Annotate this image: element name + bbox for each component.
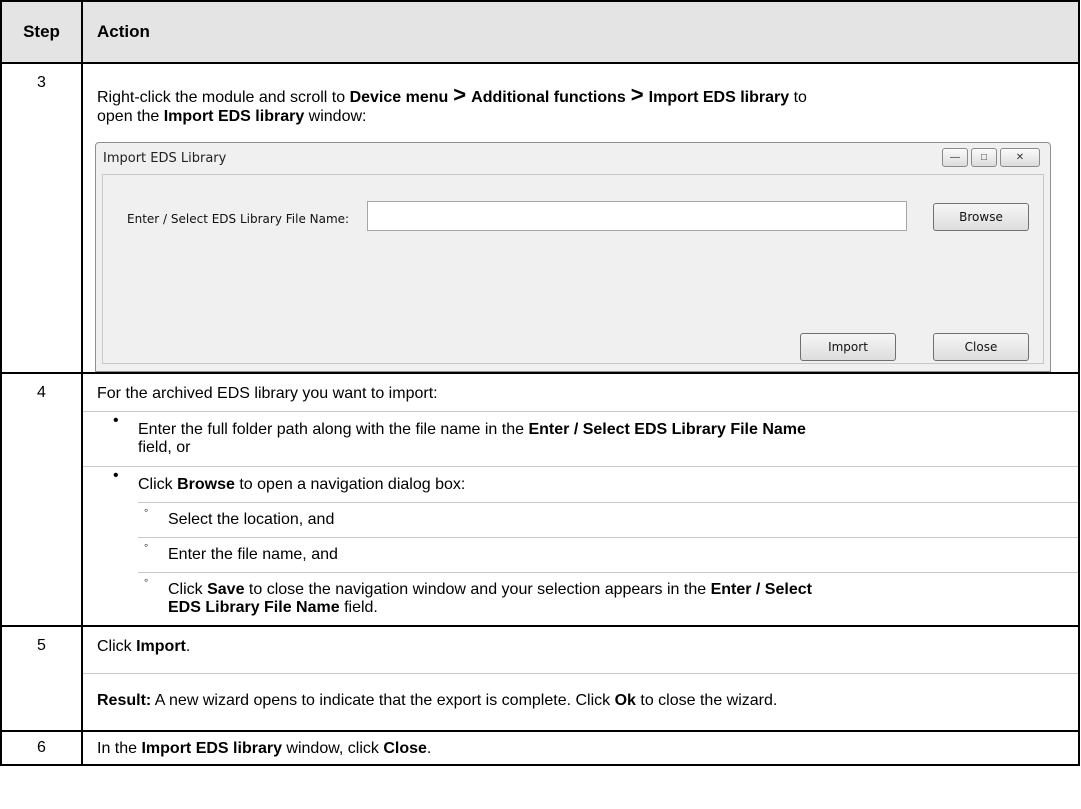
close-icon[interactable]: ✕	[1000, 148, 1040, 167]
arrow-separator: >	[630, 82, 644, 107]
table-row: 3 Right-click the module and scroll to D…	[0, 62, 1080, 374]
text: to	[789, 89, 807, 106]
window-name: Import EDS library	[141, 740, 282, 757]
close-button[interactable]: Close	[933, 333, 1029, 361]
field-name: Enter / Select EDS Library File Name	[528, 421, 806, 438]
step-header: Step	[0, 0, 83, 64]
text: to close the navigation window and your …	[244, 581, 711, 598]
text: Click	[138, 476, 178, 493]
text: to open a navigation dialog box:	[234, 476, 466, 493]
text: Right-click the module and scroll to	[97, 89, 350, 106]
text: window:	[304, 108, 367, 125]
step4-options: Enter the full folder path along with th…	[83, 411, 1078, 625]
step6-text: In the Import EDS library window, click …	[83, 732, 1078, 758]
field-name: EDS Library File Name	[168, 599, 340, 616]
file-name-input[interactable]	[367, 201, 907, 231]
procedure-table: Step Action 3 Right-click the module and…	[0, 0, 1080, 766]
table-row: 4 For the archived EDS library you want …	[0, 372, 1080, 627]
menu-device: Device menu	[349, 89, 449, 106]
text: Enter the full folder path along with th…	[138, 421, 529, 438]
import-button[interactable]: Import	[800, 333, 896, 361]
step4-intro: For the archived EDS library you want to…	[97, 385, 438, 402]
text: A new wizard opens to indicate that the …	[151, 692, 615, 709]
arrow-separator: >	[453, 82, 467, 107]
window-controls: — □ ✕	[942, 148, 1040, 167]
step-number: 3	[0, 62, 83, 374]
text: Click	[168, 581, 208, 598]
text: to close the wizard.	[635, 692, 778, 709]
ok-ref: Ok	[614, 692, 636, 709]
dialog-title: Import EDS Library	[103, 151, 227, 166]
text: window, click	[281, 740, 384, 757]
step3-text: Right-click the module and scroll to Dev…	[83, 64, 1078, 126]
import-ref: Import	[136, 638, 186, 655]
menu-import-eds-library: Import EDS library	[648, 89, 790, 106]
step-number: 5	[0, 625, 83, 732]
step5-text: Click Import.	[83, 627, 1078, 673]
text: field.	[339, 599, 378, 616]
browse-ref: Browse	[177, 476, 235, 493]
text: field, or	[138, 439, 191, 456]
table-row: 6 In the Import EDS library window, clic…	[0, 730, 1080, 766]
text: In the	[97, 740, 142, 757]
step-number: 4	[0, 372, 83, 627]
list-item: Click Save to close the navigation windo…	[138, 572, 1078, 617]
result-label: Result:	[97, 692, 152, 709]
close-ref: Close	[383, 740, 427, 757]
action-cell: In the Import EDS library window, click …	[81, 730, 1080, 766]
maximize-icon[interactable]: □	[971, 148, 997, 167]
action-cell: For the archived EDS library you want to…	[81, 372, 1080, 627]
table-row: 5 Click Import. Result: A new wizard ope…	[0, 625, 1080, 732]
minimize-icon[interactable]: —	[942, 148, 968, 167]
step-number: 6	[0, 730, 83, 766]
browse-button[interactable]: Browse	[933, 203, 1029, 231]
window-name: Import EDS library	[163, 108, 305, 125]
list-item: Enter the file name, and	[138, 537, 1078, 572]
text: open the	[97, 108, 164, 125]
action-cell: Click Import. Result: A new wizard opens…	[81, 625, 1080, 732]
browse-substeps: Select the location, and Enter the file …	[138, 502, 1078, 617]
menu-additional-functions: Additional functions	[471, 89, 626, 106]
text: Click	[97, 638, 137, 655]
list-item: Enter the full folder path along with th…	[83, 411, 1078, 466]
list-item: Click Browse to open a navigation dialog…	[83, 466, 1078, 625]
header-row: Step Action	[0, 0, 1080, 64]
step5-result: Result: A new wizard opens to indicate t…	[83, 673, 1078, 710]
action-header: Action	[81, 0, 1080, 64]
import-eds-dialog: Import EDS Library — □ ✕ Enter / Select …	[95, 142, 1051, 372]
text: .	[426, 740, 432, 757]
save-ref: Save	[207, 581, 245, 598]
action-cell: Right-click the module and scroll to Dev…	[81, 62, 1080, 374]
list-item: Select the location, and	[138, 502, 1078, 537]
field-name: Enter / Select	[710, 581, 812, 598]
dialog-body: Enter / Select EDS Library File Name: Br…	[102, 174, 1044, 364]
text: .	[185, 638, 191, 655]
file-name-label: Enter / Select EDS Library File Name:	[127, 212, 350, 226]
